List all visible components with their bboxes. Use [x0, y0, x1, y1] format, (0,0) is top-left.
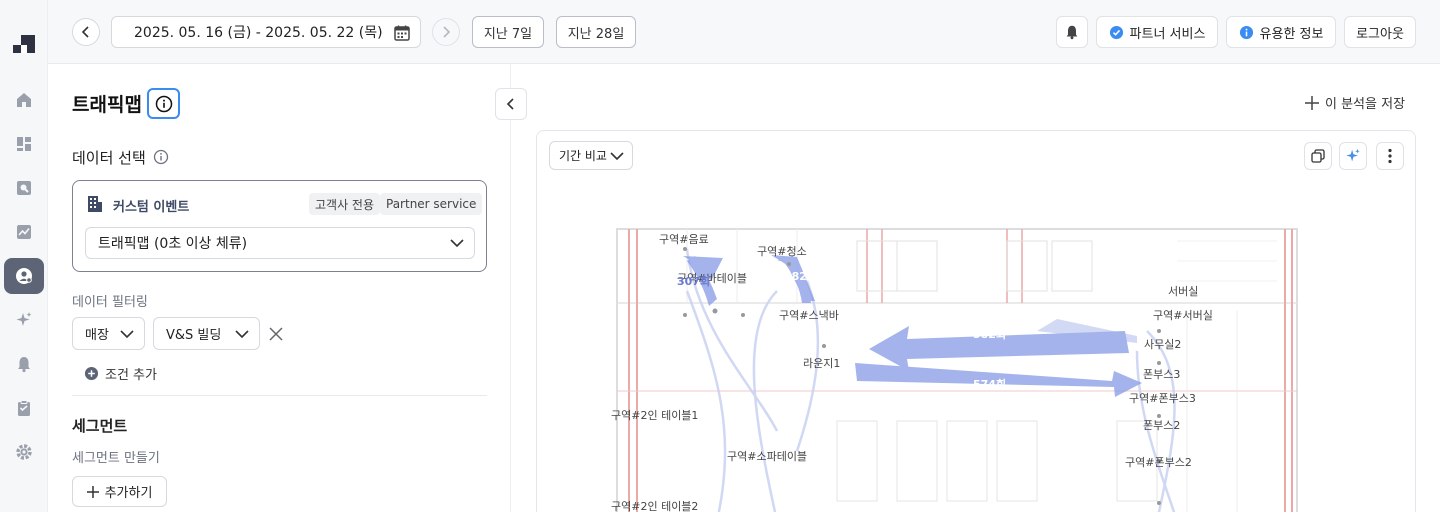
- client-only-badge: 고객사 전용: [309, 193, 381, 215]
- chevron-left-icon: [81, 26, 89, 38]
- map-label: 구역#스낵바: [779, 309, 839, 322]
- partner-service-button[interactable]: 파트너 서비스: [1096, 16, 1218, 48]
- logout-button[interactable]: 로그아웃: [1344, 16, 1416, 48]
- notifications-button[interactable]: [1056, 16, 1088, 48]
- gear-icon: [16, 444, 32, 460]
- date-range-text: 2025. 05. 16 (금) - 2025. 05. 22 (목): [134, 25, 383, 41]
- close-icon[interactable]: [268, 326, 284, 342]
- add-condition-button[interactable]: 조건 추가: [84, 364, 157, 383]
- rail-user-journey[interactable]: [4, 258, 44, 294]
- save-analysis-button[interactable]: 이 분석을 저장: [1305, 93, 1405, 112]
- filter-store-select[interactable]: 매장: [72, 317, 145, 350]
- map-label: 구역#2인 테이블2: [611, 500, 698, 512]
- chevron-down-icon: [450, 239, 464, 248]
- page-title: 트래픽맵: [72, 94, 142, 116]
- map-count-label: 574회: [973, 377, 1006, 391]
- bell-icon: [18, 357, 30, 373]
- map-label: 사무실2: [1144, 338, 1181, 351]
- rail-settings[interactable]: [4, 434, 44, 470]
- custom-event-selected: 트래픽맵 (0초 이상 체류): [98, 236, 248, 252]
- filter-store-value: 매장: [85, 328, 109, 343]
- date-range-picker[interactable]: 2025. 05. 16 (금) - 2025. 05. 22 (목): [111, 16, 421, 48]
- rail-tasks[interactable]: [4, 390, 44, 426]
- map-label: 구역#폰부스2: [1125, 456, 1192, 469]
- settings-panel: 트래픽맵 데이터 선택 커스텀 이벤트 고객사 전용 Partner servi…: [48, 64, 511, 512]
- data-filter-label: 데이터 필터링: [72, 295, 148, 310]
- rail-trend[interactable]: [4, 214, 44, 250]
- logo-icon[interactable]: [13, 35, 35, 53]
- useful-info-label: 유용한 정보: [1259, 26, 1324, 42]
- segment-make-label: 세그먼트 만들기: [72, 451, 160, 466]
- dashboard-icon: [17, 137, 31, 151]
- bell-icon: [1066, 25, 1078, 40]
- add-condition-label: 조건 추가: [105, 368, 157, 383]
- trend-icon: [17, 225, 31, 239]
- custom-event-card: 커스텀 이벤트 고객사 전용 Partner service 트래픽맵 (0초 …: [72, 180, 487, 272]
- search-report-icon: [17, 181, 31, 195]
- plus-icon: [86, 485, 99, 498]
- partner-service-label: 파트너 서비스: [1129, 26, 1206, 42]
- flow-arrows: [683, 255, 1142, 397]
- custom-event-title: 커스텀 이벤트: [113, 200, 190, 215]
- chevron-down-icon: [235, 329, 249, 338]
- map-label: 구역#폰부스3: [1129, 392, 1196, 405]
- traffic-map-card: 기간 비교 구역#음료 구역#청소 구역#바테이블 307회 382회 서버실 …: [536, 130, 1416, 512]
- partner-service-badge: Partner service: [380, 193, 483, 215]
- rail-home[interactable]: [4, 82, 44, 118]
- map-label: 구역#청소: [757, 245, 807, 258]
- map-label: 구역#서버실: [1153, 309, 1213, 322]
- user-journey-icon: [16, 268, 32, 284]
- map-count-label: 382회: [784, 269, 817, 283]
- chevron-right-icon: [443, 26, 451, 38]
- rail-dashboard[interactable]: [4, 126, 44, 162]
- map-label: 구역#2인 테이블1: [611, 409, 698, 422]
- save-analysis-label: 이 분석을 저장: [1325, 97, 1406, 112]
- filter-building-value: V&S 빌딩: [166, 328, 222, 343]
- home-icon: [17, 93, 31, 107]
- prev-period-button[interactable]: [72, 18, 100, 46]
- title-info-button[interactable]: [147, 88, 180, 119]
- building-icon: [88, 196, 102, 212]
- verified-badge-icon: [1109, 25, 1123, 39]
- add-segment-label: 추가하기: [104, 486, 153, 501]
- custom-event-select[interactable]: 트래픽맵 (0초 이상 체류): [85, 227, 475, 259]
- useful-info-button[interactable]: 유용한 정보: [1226, 16, 1336, 48]
- next-period-button[interactable]: [432, 18, 460, 46]
- plus-circle-icon: [84, 366, 99, 381]
- app-root: 2025. 05. 16 (금) - 2025. 05. 22 (목) 지난 7…: [0, 0, 1440, 512]
- data-select-label: 데이터 선택: [72, 149, 146, 167]
- left-rail: [0, 0, 48, 512]
- map-label: 폰부스2: [1143, 419, 1180, 432]
- clipboard-icon: [18, 400, 30, 416]
- rail-alerts[interactable]: [4, 346, 44, 382]
- rail-ai[interactable]: [4, 302, 44, 338]
- last-28-days-button[interactable]: 지난 28일: [556, 16, 636, 48]
- segment-title: 세그먼트: [72, 417, 128, 435]
- chevron-down-icon: [120, 329, 134, 338]
- map-count-label: 582회: [973, 327, 1006, 341]
- top-bar: 2025. 05. 16 (금) - 2025. 05. 22 (목) 지난 7…: [48, 0, 1440, 64]
- map-label: 서버실: [1168, 285, 1198, 298]
- filter-building-select[interactable]: V&S 빌딩: [153, 317, 260, 350]
- map-label: 라운지1: [803, 357, 840, 370]
- add-segment-button[interactable]: 추가하기: [72, 476, 167, 507]
- chevron-left-icon: [506, 98, 514, 110]
- rail-report-search[interactable]: [4, 170, 44, 206]
- info-icon: [155, 95, 172, 112]
- map-count-label: 307회: [677, 274, 710, 288]
- help-icon[interactable]: [153, 149, 169, 165]
- map-label: 폰부스3: [1143, 368, 1180, 381]
- collapse-panel-button[interactable]: [495, 88, 527, 120]
- map-label: 구역#소파테이블: [727, 450, 807, 463]
- plus-icon: [1305, 95, 1319, 110]
- calendar-icon: [394, 25, 410, 41]
- traffic-map-canvas[interactable]: 구역#음료 구역#청소 구역#바테이블 307회 382회 서버실 구역#스낵바…: [537, 131, 1416, 512]
- info-icon: [1239, 25, 1253, 39]
- section-divider: [72, 395, 487, 396]
- sparkle-icon: [16, 312, 32, 326]
- last-7-days-button[interactable]: 지난 7일: [472, 16, 544, 48]
- map-label: 구역#음료: [659, 233, 709, 246]
